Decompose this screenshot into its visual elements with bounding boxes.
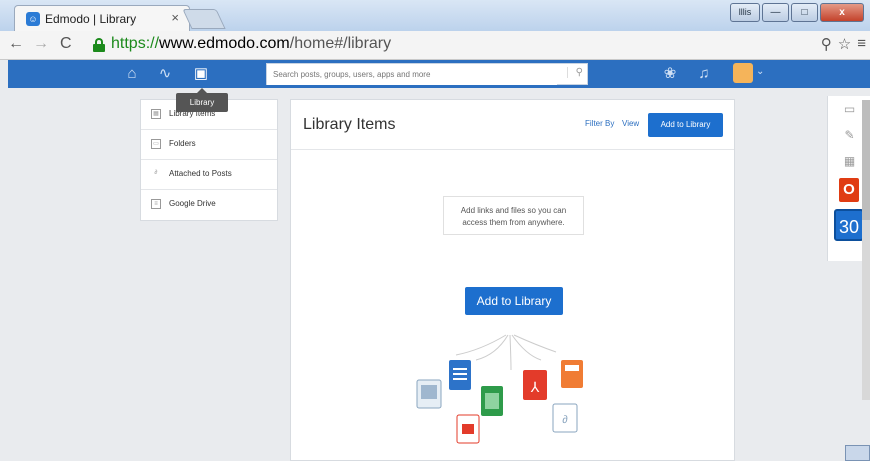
edmodo-topbar: ⌂ ∿ ▣ ⚲ ❀ ♫ ⌄ bbox=[8, 60, 870, 88]
office-icon[interactable]: O bbox=[839, 178, 859, 202]
activity-icon[interactable]: ∿ bbox=[155, 63, 175, 85]
calendar-icon[interactable]: 30 bbox=[834, 209, 864, 241]
drive-icon: ≡ bbox=[151, 199, 161, 209]
avatar[interactable] bbox=[733, 63, 753, 83]
svg-text:∂: ∂ bbox=[562, 414, 568, 426]
hint-line: Add links and files so you can bbox=[460, 206, 567, 215]
home-icon[interactable]: ⌂ bbox=[122, 63, 142, 85]
lock-icon bbox=[93, 38, 105, 52]
library-tooltip: Library bbox=[176, 88, 228, 112]
sidebar-item-label: Folders bbox=[169, 139, 196, 148]
empty-hint: Add links and files so you can access th… bbox=[443, 196, 584, 235]
profile-button[interactable]: lllis bbox=[730, 3, 760, 22]
forward-arrow-icon[interactable]: → bbox=[33, 35, 49, 53]
scrollbar-thumb[interactable] bbox=[862, 100, 870, 220]
page-title: Library Items bbox=[303, 116, 396, 133]
search-input[interactable] bbox=[267, 64, 557, 85]
grid-icon: ▦ bbox=[151, 109, 161, 119]
add-to-library-large-button[interactable]: Add to Library bbox=[465, 287, 563, 315]
sidebar-item-label: Library Items bbox=[169, 109, 216, 118]
url-path: /home#/library bbox=[289, 35, 392, 52]
browser-titlebar: ☺ Edmodo | Library × lllis — □ x bbox=[0, 0, 870, 31]
address-bar-row: ← → C https://www.edmodo.com/home#/libra… bbox=[0, 31, 870, 60]
sidebar-item-attached[interactable]: ∂ Attached to Posts bbox=[141, 160, 277, 190]
zoom-icon[interactable]: ⚲ bbox=[821, 35, 832, 53]
tab-title: Edmodo | Library bbox=[45, 12, 137, 26]
window-controls: lllis — □ x bbox=[730, 3, 864, 22]
minimize-button[interactable]: — bbox=[762, 3, 789, 22]
library-icon[interactable]: ▣ bbox=[191, 63, 211, 85]
url-scheme: https:// bbox=[111, 35, 160, 52]
menu-icon[interactable]: ≡ bbox=[857, 35, 866, 53]
sidebar-item-label: Google Drive bbox=[169, 199, 216, 208]
filter-by-link[interactable]: Filter By bbox=[585, 119, 614, 128]
sidebar-item-folders[interactable]: ▭ Folders bbox=[141, 130, 277, 160]
maximize-button[interactable]: □ bbox=[791, 3, 818, 22]
view-link[interactable]: View bbox=[622, 119, 639, 128]
sidebar-item-label: Attached to Posts bbox=[169, 169, 232, 178]
library-sidebar: ▦ Library Items ▭ Folders ∂ Attached to … bbox=[140, 99, 278, 221]
edmodo-favicon-icon: ☺ bbox=[26, 12, 40, 26]
add-to-library-button[interactable]: Add to Library bbox=[648, 113, 723, 137]
url-host: www.edmodo.com bbox=[159, 35, 290, 52]
browser-tab[interactable]: ☺ Edmodo | Library × bbox=[14, 5, 190, 31]
svg-text:⅄: ⅄ bbox=[530, 379, 540, 395]
bell-icon[interactable]: ♫ bbox=[694, 63, 714, 85]
paperclip-icon: ∂ bbox=[154, 170, 158, 176]
hint-line: access them from anywhere. bbox=[462, 218, 565, 227]
reload-icon[interactable]: C bbox=[60, 35, 72, 53]
apps-icon[interactable]: ❀ bbox=[660, 63, 680, 85]
sidebar-item-google-drive[interactable]: ≡ Google Drive bbox=[141, 190, 277, 220]
back-arrow-icon[interactable]: ← bbox=[8, 35, 24, 53]
folder-icon: ▭ bbox=[151, 139, 161, 149]
search-icon[interactable]: ⚲ bbox=[566, 67, 583, 78]
search-box[interactable]: ⚲ bbox=[266, 63, 588, 85]
file-types-illustration-icon: ⅄ ∂ bbox=[416, 334, 583, 444]
tab-close-icon[interactable]: × bbox=[171, 10, 179, 25]
window-close-button[interactable]: x bbox=[820, 3, 864, 22]
panel-header: Library Items Filter By View Add to Libr… bbox=[291, 100, 734, 150]
chevron-down-icon[interactable]: ⌄ bbox=[756, 66, 764, 77]
library-panel: Library Items Filter By View Add to Libr… bbox=[290, 99, 735, 461]
taskbar-corner bbox=[845, 445, 870, 461]
bookmark-star-icon[interactable]: ☆ bbox=[838, 35, 851, 53]
url-field[interactable]: https://www.edmodo.com/home#/library bbox=[93, 34, 853, 57]
